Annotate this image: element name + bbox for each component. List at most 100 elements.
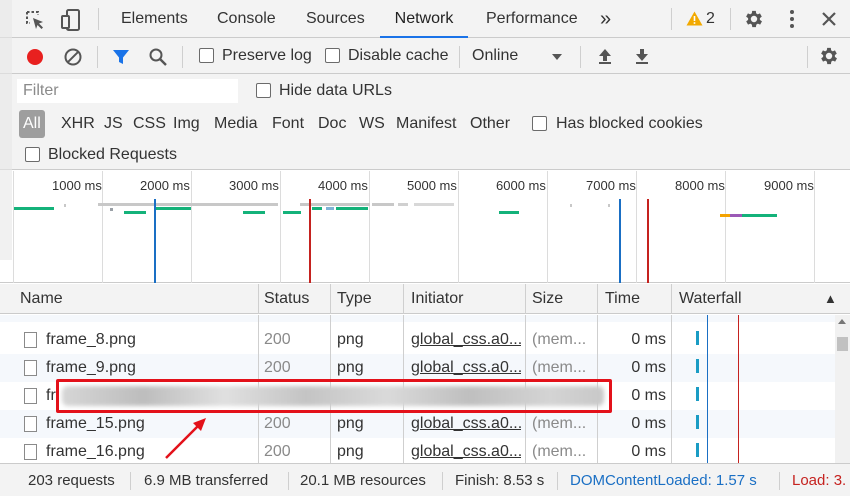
record-icon[interactable] xyxy=(25,47,45,67)
request-initiator-link[interactable]: global_css.a0... xyxy=(411,438,521,463)
type-filter-all[interactable]: All xyxy=(19,110,45,138)
network-overview-timeline[interactable]: 1000 ms 2000 ms 3000 ms 4000 ms 5000 ms … xyxy=(0,171,850,283)
type-filter-js[interactable]: JS xyxy=(101,110,126,138)
request-status: 200 xyxy=(264,331,291,348)
throttling-select[interactable]: Online xyxy=(472,46,518,66)
clear-icon[interactable] xyxy=(63,47,83,67)
table-row[interactable] xyxy=(0,315,850,322)
export-har-icon[interactable] xyxy=(633,46,651,66)
column-header-waterfall[interactable]: Waterfall xyxy=(679,284,742,314)
warning-icon[interactable] xyxy=(686,11,703,26)
image-file-icon xyxy=(24,388,37,404)
hide-data-urls-checkbox[interactable] xyxy=(256,83,271,98)
request-name: frame_15.png xyxy=(46,415,145,432)
more-options-icon[interactable] xyxy=(783,8,801,30)
close-icon[interactable] xyxy=(820,10,838,28)
status-dom-content-loaded: DOMContentLoaded: 1.57 s xyxy=(570,472,757,489)
request-type: png xyxy=(337,359,364,376)
table-row[interactable]: frame_16.png 200 png global_css.a0... (m… xyxy=(0,438,850,463)
status-finish: Finish: 8.53 s xyxy=(455,472,545,489)
overview-tick-label: 9000 ms xyxy=(764,178,814,193)
tab-elements[interactable]: Elements xyxy=(121,0,188,38)
type-filter-xhr[interactable]: XHR xyxy=(58,110,98,138)
table-scrollbar[interactable] xyxy=(835,315,850,463)
request-size: (mem... xyxy=(532,415,587,432)
request-status: 200 xyxy=(264,359,291,376)
type-filter-font[interactable]: Font xyxy=(269,110,307,138)
type-filter-other[interactable]: Other xyxy=(467,110,513,138)
devtools-tab-bar: Elements Console Sources Network Perform… xyxy=(0,0,850,38)
column-header-type[interactable]: Type xyxy=(337,284,372,314)
type-filter-doc[interactable]: Doc xyxy=(315,110,349,138)
table-row[interactable]: frame_8.png 200 png global_css.a0... (me… xyxy=(0,326,850,354)
blocked-requests-label: Blocked Requests xyxy=(48,146,177,163)
load-marker xyxy=(647,199,649,283)
tab-console[interactable]: Console xyxy=(217,0,276,38)
settings-gear-icon[interactable] xyxy=(743,8,765,30)
request-time: 0 ms xyxy=(631,331,666,348)
request-type: png xyxy=(337,331,364,348)
more-tabs-button[interactable]: » xyxy=(600,0,611,38)
has-blocked-cookies-checkbox[interactable] xyxy=(532,116,547,131)
preserve-log-label: Preserve log xyxy=(222,47,312,64)
request-initiator-link[interactable]: global_css.a0... xyxy=(411,354,521,382)
warnings-count[interactable]: 2 xyxy=(706,0,715,38)
disable-cache-checkbox[interactable] xyxy=(325,48,340,63)
column-header-time[interactable]: Time xyxy=(605,284,640,314)
status-requests: 203 requests xyxy=(28,472,115,489)
image-file-icon xyxy=(24,360,37,376)
tab-performance[interactable]: Performance xyxy=(486,0,578,38)
overview-tick-label: 3000 ms xyxy=(229,178,279,193)
overview-tick-label: 2000 ms xyxy=(140,178,190,193)
import-har-icon[interactable] xyxy=(596,46,614,66)
device-toolbar-icon[interactable] xyxy=(60,8,82,32)
request-initiator-link[interactable]: global_css.a0... xyxy=(411,410,521,438)
image-file-icon xyxy=(24,416,37,432)
search-icon[interactable] xyxy=(148,47,168,67)
has-blocked-cookies-label: Has blocked cookies xyxy=(556,115,703,132)
image-file-icon xyxy=(24,332,37,348)
column-header-initiator[interactable]: Initiator xyxy=(411,284,463,314)
request-status: 200 xyxy=(264,443,291,460)
image-file-icon xyxy=(24,444,37,460)
network-status-bar: 203 requests 6.9 MB transferred 20.1 MB … xyxy=(0,463,850,496)
type-filter-img[interactable]: Img xyxy=(170,110,203,138)
request-size: (mem... xyxy=(532,443,587,460)
tab-network[interactable]: Network xyxy=(380,0,468,38)
inspect-element-icon[interactable] xyxy=(24,9,46,31)
table-row[interactable]: frame_15.png 200 png global_css.a0... (m… xyxy=(0,410,850,438)
chevron-down-icon[interactable] xyxy=(551,52,563,62)
overview-tick-label: 6000 ms xyxy=(496,178,546,193)
request-status: 200 xyxy=(264,415,291,432)
filter-input[interactable] xyxy=(17,79,238,103)
overview-tick-label: 5000 ms xyxy=(407,178,457,193)
request-time: 0 ms xyxy=(631,443,666,460)
column-header-status[interactable]: Status xyxy=(264,284,309,314)
overview-tick-label: 7000 ms xyxy=(586,178,636,193)
sort-ascending-icon[interactable]: ▲ xyxy=(824,284,837,314)
overview-tick-label: 1000 ms xyxy=(52,178,102,193)
network-settings-gear-icon[interactable] xyxy=(818,45,840,67)
type-filter-manifest[interactable]: Manifest xyxy=(393,110,459,138)
type-filter-css[interactable]: CSS xyxy=(130,110,169,138)
type-filter-ws[interactable]: WS xyxy=(356,110,388,138)
preserve-log-checkbox[interactable] xyxy=(199,48,214,63)
type-filter-media[interactable]: Media xyxy=(211,110,261,138)
request-time: 0 ms xyxy=(631,415,666,432)
tab-sources[interactable]: Sources xyxy=(306,0,365,38)
network-toolbar: Preserve log Disable cache Online xyxy=(0,38,850,74)
dom-content-loaded-marker xyxy=(154,199,156,283)
hide-data-urls-label: Hide data URLs xyxy=(279,82,392,99)
overview-tick-label: 4000 ms xyxy=(318,178,368,193)
annotation-arrow-icon xyxy=(165,418,206,459)
request-time: 0 ms xyxy=(631,359,666,376)
request-initiator-link[interactable]: global_css.a0... xyxy=(411,326,521,354)
column-header-name[interactable]: Name xyxy=(20,284,63,314)
request-type: png xyxy=(337,415,364,432)
table-row[interactable]: frame_9.png 200 png global_css.a0... (me… xyxy=(0,354,850,382)
status-transferred: 6.9 MB transferred xyxy=(144,472,269,489)
requests-table-header: Name Status Type Initiator Size Time Wat… xyxy=(0,284,850,314)
blocked-requests-checkbox[interactable] xyxy=(25,147,40,162)
column-header-size[interactable]: Size xyxy=(532,284,563,314)
filter-icon[interactable] xyxy=(111,47,131,67)
